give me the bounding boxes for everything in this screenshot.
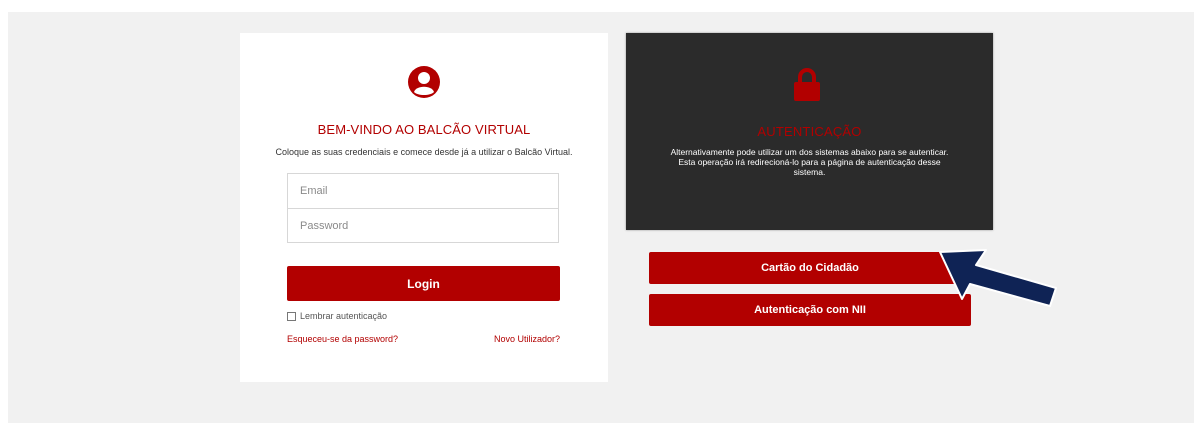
welcome-subtitle: Coloque as suas credenciais e comece des…: [275, 147, 573, 157]
welcome-title: BEM-VINDO AO BALCÃO VIRTUAL: [317, 122, 531, 137]
pointer-arrow-icon: [939, 249, 1057, 307]
user-circle-icon: [408, 66, 440, 98]
password-input[interactable]: [288, 209, 558, 243]
remember-checkbox[interactable]: Lembrar autenticação: [287, 309, 387, 323]
lock-icon: [794, 68, 820, 101]
auth-description: Alternativamente pode utilizar um dos si…: [670, 147, 949, 177]
forgot-password-link[interactable]: Esqueceu-se da password?: [287, 334, 398, 344]
auth-title: AUTENTICAÇÃO: [757, 124, 862, 139]
login-button[interactable]: Login: [287, 266, 560, 301]
checkbox-icon[interactable]: [287, 311, 296, 321]
cartao-cidadao-button[interactable]: Cartão do Cidadão: [649, 252, 971, 284]
credentials-box: [287, 173, 559, 243]
new-user-link[interactable]: Novo Utilizador?: [494, 334, 560, 344]
login-card: BEM-VINDO AO BALCÃO VIRTUAL Coloque as s…: [240, 33, 608, 382]
nii-auth-button[interactable]: Autenticação com NII: [649, 294, 971, 326]
remember-label: Lembrar autenticação: [300, 311, 388, 321]
email-input[interactable]: [288, 174, 558, 209]
authentication-panel: AUTENTICAÇÃO Alternativamente pode utili…: [626, 33, 993, 230]
